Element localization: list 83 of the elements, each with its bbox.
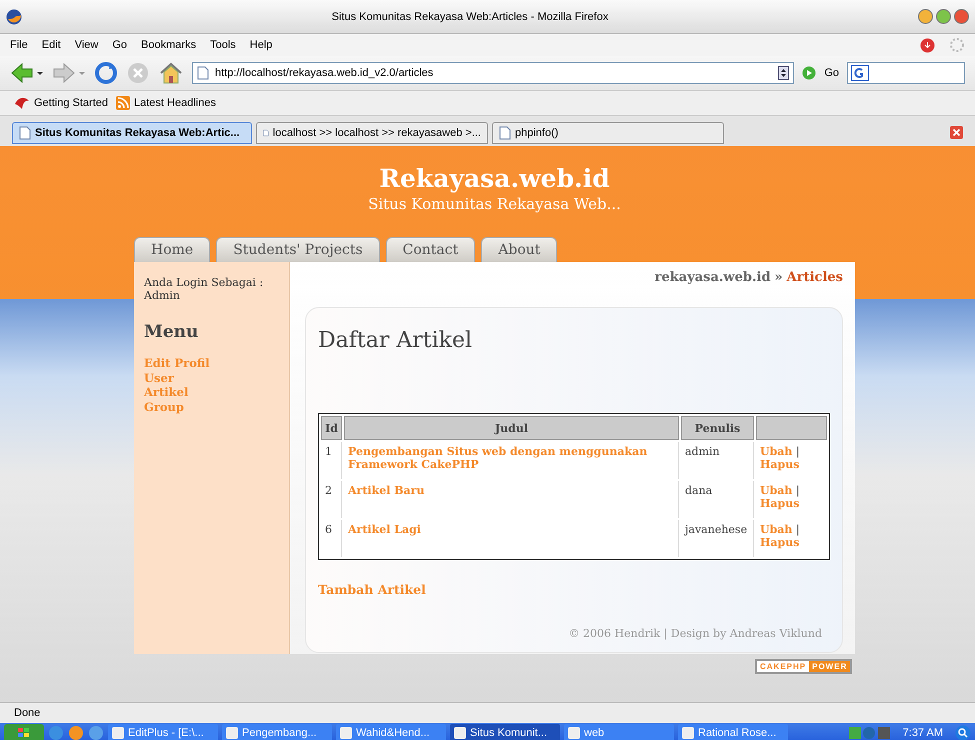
throbber-icon <box>949 37 965 53</box>
menu-item[interactable]: Bookmarks <box>141 39 196 51</box>
site-tagline: Situs Komunitas Rekayasa Web... <box>368 195 621 213</box>
tray-icons <box>846 725 891 740</box>
browser-tab[interactable]: phpinfo() <box>492 122 724 144</box>
breadcrumb-current: Articles <box>786 270 843 285</box>
dropdown-icon <box>778 66 790 80</box>
table-cell: 2 <box>321 481 342 518</box>
window-title: Situs Komunitas Rekayasa Web:Articles - Mozilla Firefox <box>330 10 610 22</box>
search-engine-icon <box>851 65 869 81</box>
go-button[interactable]: Go <box>824 67 839 79</box>
nav-tab[interactable]: Contact <box>386 237 476 262</box>
footer-text: © 2006 Hendrik | Design by Andreas Viklund <box>568 627 822 640</box>
menu-item[interactable]: File <box>10 39 28 51</box>
back-button[interactable] <box>10 62 44 84</box>
table-cell: admin <box>681 442 754 479</box>
browser-logo-icon <box>6 8 22 24</box>
quick-launch-icon[interactable] <box>88 725 104 740</box>
search-field[interactable] <box>847 62 965 84</box>
page-icon <box>499 126 511 140</box>
forward-button[interactable] <box>52 62 86 84</box>
column-header: Penulis <box>681 416 754 440</box>
menu-item[interactable]: View <box>74 39 98 51</box>
table-cell: dana <box>681 481 754 518</box>
home-button[interactable] <box>158 61 184 85</box>
reload-button[interactable] <box>94 61 118 85</box>
app-icon <box>226 727 238 739</box>
app-icon <box>682 727 694 739</box>
app-icon <box>340 727 352 739</box>
column-header <box>756 416 827 440</box>
tab-label: phpinfo() <box>515 127 558 139</box>
page-icon <box>197 66 209 80</box>
page-heading: Daftar Artikel <box>318 328 474 353</box>
login-user: Admin <box>144 289 182 302</box>
search-icon[interactable] <box>955 725 971 740</box>
nav-tab[interactable]: About <box>481 237 558 262</box>
nav-tab[interactable]: Students' Projects <box>216 237 380 262</box>
taskbar-button[interactable]: Pengembang... <box>222 724 332 740</box>
page-icon <box>19 126 31 140</box>
rss-icon <box>116 96 130 110</box>
close-button[interactable] <box>954 9 969 24</box>
table-cell: 6 <box>321 520 342 557</box>
clock: 7:37 AM <box>902 727 944 739</box>
maximize-button[interactable] <box>936 9 951 24</box>
tab-label: Situs Komunitas Rekayasa Web:Artic... <box>35 127 240 139</box>
column-header: Id <box>321 416 342 440</box>
link-separator: | <box>796 484 800 497</box>
link-separator: | <box>796 445 800 458</box>
status-text: Done <box>14 707 40 719</box>
minimize-button[interactable] <box>918 9 933 24</box>
app-icon <box>568 727 580 739</box>
tab-label: localhost >> localhost >> rekayasaweb >... <box>272 127 481 139</box>
taskbar-button[interactable]: Situs Komunit... <box>450 724 560 740</box>
app-icon <box>112 727 124 739</box>
taskbar-button[interactable]: EditPlus - [E:\... <box>108 724 218 740</box>
bookmark-link[interactable]: Getting Started <box>34 97 108 109</box>
breadcrumb-home[interactable]: rekayasa.web.id <box>654 270 771 285</box>
taskbar-button[interactable]: Wahid&Hend... <box>336 724 446 740</box>
menu-item[interactable]: Go <box>112 39 128 51</box>
table-cell: javanehese <box>681 520 754 557</box>
go-icon[interactable] <box>802 66 816 80</box>
taskbar-button[interactable]: Rational Rose... <box>678 724 788 740</box>
login-label: Anda Login Sebagai : <box>144 276 264 289</box>
table-cell: 1 <box>321 442 342 479</box>
menu-item[interactable]: Tools <box>210 39 236 51</box>
nav-tab[interactable]: Home <box>134 237 210 262</box>
browser-tab[interactable]: Situs Komunitas Rekayasa Web:Artic... <box>12 122 252 144</box>
start-button[interactable] <box>4 724 44 740</box>
column-header: Judul <box>344 416 679 440</box>
address-field[interactable]: http://localhost/rekayasa.web.id_v2.0/articles <box>192 62 794 84</box>
quick-launch-icon[interactable] <box>68 725 84 740</box>
app-icon <box>454 727 466 739</box>
menu-item[interactable]: Help <box>250 39 272 51</box>
menu-heading: Menu <box>144 322 200 342</box>
bookmark-icon <box>14 96 30 110</box>
browser-tab[interactable]: localhost >> localhost >> rekayasaweb >... <box>256 122 488 144</box>
breadcrumb-separator: » <box>774 270 783 285</box>
site-title: Rekayasa.web.id <box>379 164 610 193</box>
link-separator: | <box>796 523 800 536</box>
bookmark-link[interactable]: Latest Headlines <box>134 97 216 109</box>
close-tab-icon[interactable] <box>950 126 963 139</box>
taskbar-button[interactable]: web <box>564 724 674 740</box>
menu-item[interactable]: Edit <box>42 39 61 51</box>
